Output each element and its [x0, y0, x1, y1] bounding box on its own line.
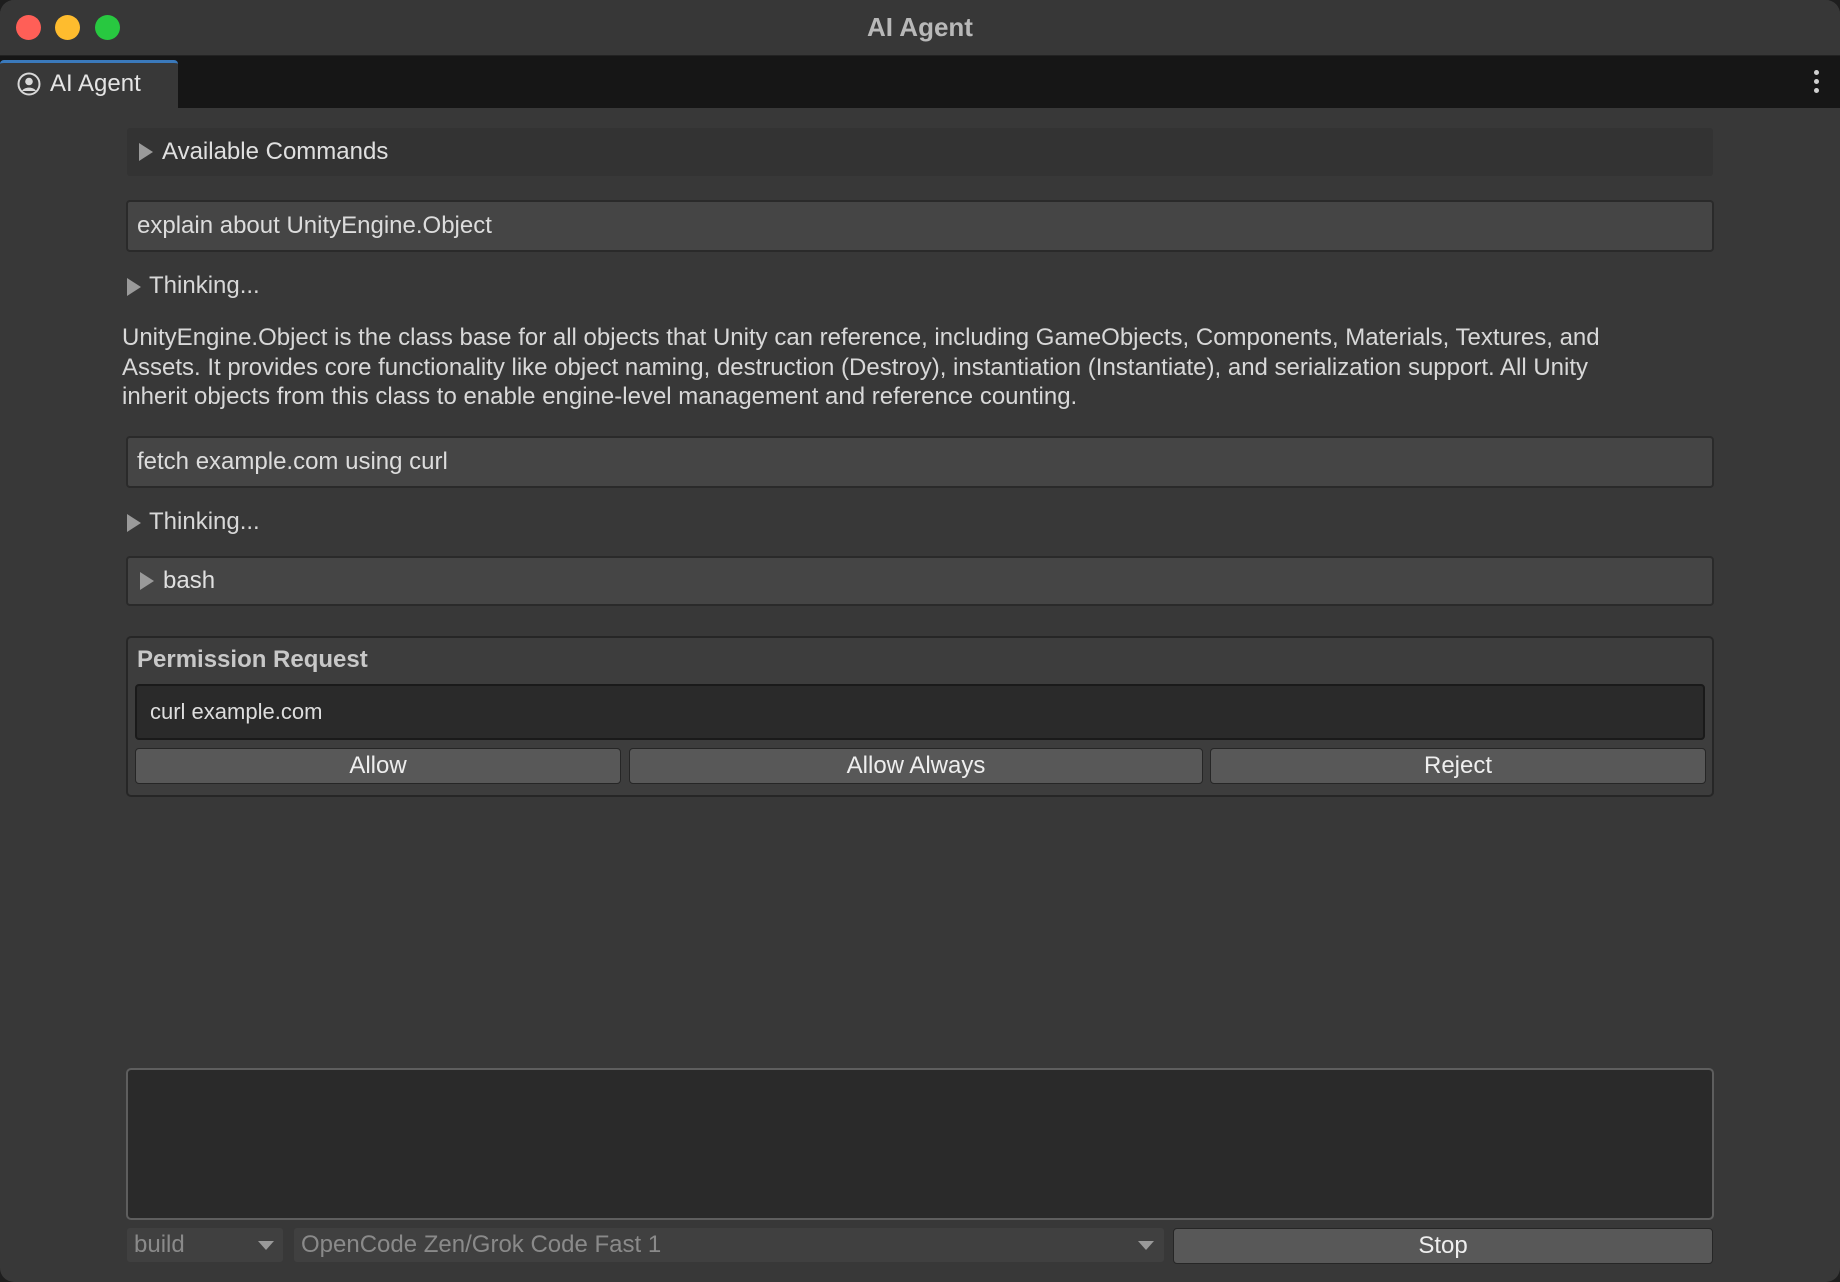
tab-ai-agent[interactable]: AI Agent: [0, 60, 178, 108]
available-commands-foldout[interactable]: Available Commands: [127, 128, 1713, 176]
tab-bar: AI Agent: [0, 56, 1840, 108]
permission-title: Permission Request: [137, 646, 368, 673]
mode-value: build: [134, 1231, 185, 1258]
expand-arrow-icon: [127, 278, 141, 296]
window-title: AI Agent: [867, 12, 973, 42]
user-message-text: explain about UnityEngine.Object: [137, 212, 492, 239]
thinking-label: Thinking...: [149, 508, 260, 535]
user-message: fetch example.com using curl: [126, 436, 1714, 488]
app-window: AI Agent AI Agent Available Commands exp…: [0, 0, 1840, 1282]
user-message-text: fetch example.com using curl: [137, 448, 448, 475]
model-dropdown[interactable]: OpenCode Zen/Grok Code Fast 1: [294, 1228, 1164, 1262]
permission-request-panel: Permission Request curl example.com Allo…: [126, 636, 1714, 797]
bash-tool-foldout[interactable]: bash: [126, 556, 1714, 606]
prompt-input[interactable]: [126, 1068, 1714, 1220]
permission-command: curl example.com: [150, 699, 323, 724]
response-line: Assets. It provides core functionality l…: [122, 353, 1589, 381]
user-circle-icon: [17, 72, 41, 96]
stop-button[interactable]: Stop: [1173, 1228, 1713, 1264]
tab-label: AI Agent: [50, 70, 141, 97]
user-message: explain about UnityEngine.Object: [126, 200, 1714, 252]
thinking-label: Thinking...: [149, 272, 260, 299]
chevron-down-icon: [258, 1241, 274, 1250]
response-line: UnityEngine.Object is the class base for…: [122, 324, 1600, 351]
mode-dropdown[interactable]: build: [127, 1228, 283, 1262]
assistant-response: UnityEngine.Object is the class base for…: [122, 323, 1722, 412]
response-line: inherit objects from this class to enabl…: [122, 383, 1078, 410]
allow-button[interactable]: Allow: [135, 748, 621, 784]
foldout-label: Available Commands: [162, 138, 389, 165]
expand-arrow-icon: [127, 514, 141, 532]
model-value: OpenCode Zen/Grok Code Fast 1: [301, 1231, 662, 1258]
expand-arrow-icon: [140, 572, 154, 590]
chat-content: Available Commands explain about UnityEn…: [0, 108, 1840, 1282]
title-bar: AI Agent: [0, 0, 1840, 56]
tool-label: bash: [163, 567, 216, 594]
expand-arrow-icon: [139, 143, 153, 161]
permission-command-box: curl example.com: [135, 684, 1705, 740]
chevron-down-icon: [1138, 1241, 1154, 1250]
reject-button[interactable]: Reject: [1210, 748, 1706, 784]
more-options-icon[interactable]: [1812, 70, 1820, 96]
allow-always-button[interactable]: Allow Always: [629, 748, 1203, 784]
